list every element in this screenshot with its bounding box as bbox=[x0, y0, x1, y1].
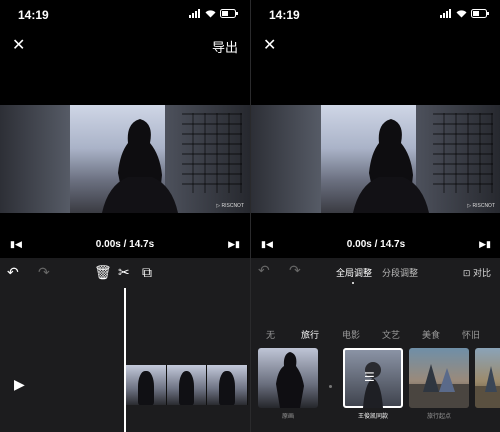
filter-label: 王俊凯同款 bbox=[357, 414, 388, 420]
playback-bar: ▮◀ 0.00s / 14.7s ▶▮ bbox=[0, 232, 250, 258]
video-preview: ▷ RISCNOT bbox=[0, 60, 250, 232]
scissors-icon[interactable]: ✂ bbox=[118, 264, 130, 281]
filter-panel: 14:19 ✕ ▷ RISCNOT ▮◀ 0.00s / 14.7s ▶▮ ↶ … bbox=[250, 0, 500, 432]
close-icon[interactable]: ✕ bbox=[263, 35, 276, 55]
filter-thumbnail: ☰ bbox=[343, 348, 403, 408]
wifi-icon bbox=[205, 10, 216, 18]
skip-forward-icon[interactable]: ▶▮ bbox=[228, 239, 240, 250]
play-icon[interactable]: ▶ bbox=[14, 376, 25, 393]
timecode: 0.00s / 14.7s bbox=[346, 239, 406, 250]
category-art[interactable]: 文艺 bbox=[382, 328, 400, 341]
filter-list: 原画 ☰ 王俊凯同款 旅行起点 旅 bbox=[251, 348, 500, 432]
export-button[interactable]: 导出 bbox=[212, 37, 238, 56]
playhead[interactable] bbox=[124, 288, 126, 432]
filter-thumbnail bbox=[258, 348, 318, 408]
separator-dot bbox=[329, 385, 332, 388]
active-tab-indicator bbox=[352, 282, 354, 284]
edit-toolbar: ↶ ↷ 🗑 ✂ ⧉ bbox=[0, 262, 250, 284]
duplicate-icon[interactable]: ⧉ bbox=[142, 264, 152, 281]
adjust-tabs: ↶ ↷ 全局调整 分段调整 ⊡ 对比 bbox=[251, 262, 500, 286]
category-nostalgia[interactable]: 怀旧 bbox=[462, 328, 480, 341]
top-nav: ✕ 导出 bbox=[0, 30, 250, 60]
undo-icon[interactable]: ↶ bbox=[7, 264, 19, 281]
compare-icon: ⊡ bbox=[462, 268, 471, 278]
watermark: ▷ RISCNOT bbox=[216, 203, 244, 209]
close-icon[interactable]: ✕ bbox=[12, 35, 25, 55]
video-frame: ▷ RISCNOT bbox=[0, 105, 250, 213]
silhouette-figure bbox=[102, 119, 178, 213]
redo-icon[interactable]: ↷ bbox=[289, 262, 301, 279]
filter-item-travel[interactable]: 旅 bbox=[475, 348, 500, 420]
filter-label: 旅行起点 bbox=[426, 414, 451, 420]
filter-categories: 无 旅行 电影 文艺 美食 怀旧 bbox=[251, 328, 500, 344]
editor-panel: 14:19 ✕ 导出 ▷ RISCNOT ▮◀ 0.00s / 14.7s ▶▮… bbox=[0, 0, 250, 432]
filter-item-wangjunkai[interactable]: ☰ 王俊凯同款 bbox=[343, 348, 403, 420]
signal-icon bbox=[440, 9, 451, 18]
top-nav: ✕ bbox=[251, 30, 500, 60]
adjust-sliders-icon: ☰ bbox=[364, 370, 375, 384]
status-bar: 14:19 bbox=[0, 0, 250, 30]
undo-icon[interactable]: ↶ bbox=[258, 262, 270, 279]
timeline: ▶ bbox=[0, 288, 250, 432]
building-left bbox=[0, 105, 70, 213]
filter-thumbnail bbox=[475, 348, 500, 408]
tab-segment-adjust[interactable]: 分段调整 bbox=[382, 266, 418, 279]
wifi-icon bbox=[456, 10, 467, 18]
building-left bbox=[251, 105, 321, 213]
battery-icon bbox=[220, 9, 238, 18]
category-none[interactable]: 无 bbox=[266, 328, 275, 341]
status-icons bbox=[189, 9, 238, 18]
compare-button[interactable]: ⊡ 对比 bbox=[463, 266, 491, 279]
skip-forward-icon[interactable]: ▶▮ bbox=[479, 239, 491, 250]
filter-label: 原画 bbox=[281, 414, 294, 420]
video-preview: ▷ RISCNOT bbox=[251, 60, 500, 232]
delete-icon[interactable]: 🗑 bbox=[94, 264, 112, 281]
filter-item-travel-start[interactable]: 旅行起点 bbox=[409, 348, 469, 420]
clip-thumbnail bbox=[126, 365, 167, 405]
clip-thumbnail bbox=[166, 365, 208, 405]
status-time: 14:19 bbox=[269, 8, 300, 22]
video-clip-track[interactable] bbox=[126, 365, 248, 405]
filter-thumbnail bbox=[409, 348, 469, 408]
clip-thumbnail bbox=[207, 365, 248, 405]
playback-bar: ▮◀ 0.00s / 14.7s ▶▮ bbox=[251, 232, 500, 258]
compare-label: 对比 bbox=[472, 268, 491, 278]
redo-icon[interactable]: ↷ bbox=[38, 264, 50, 281]
signal-icon bbox=[189, 9, 200, 18]
status-bar: 14:19 bbox=[251, 0, 500, 30]
silhouette-figure bbox=[353, 119, 429, 213]
status-time: 14:19 bbox=[18, 8, 49, 22]
video-frame: ▷ RISCNOT bbox=[251, 105, 500, 213]
battery-icon bbox=[471, 9, 489, 18]
filter-label: 旅 bbox=[475, 411, 500, 420]
watermark: ▷ RISCNOT bbox=[467, 203, 495, 209]
status-icons bbox=[440, 9, 489, 18]
filter-item-original[interactable]: 原画 bbox=[258, 348, 318, 420]
tab-global-adjust[interactable]: 全局调整 bbox=[336, 266, 372, 279]
category-travel[interactable]: 旅行 bbox=[301, 328, 319, 341]
category-movie[interactable]: 电影 bbox=[342, 328, 360, 341]
timecode: 0.00s / 14.7s bbox=[95, 239, 155, 250]
category-food[interactable]: 美食 bbox=[422, 328, 440, 341]
